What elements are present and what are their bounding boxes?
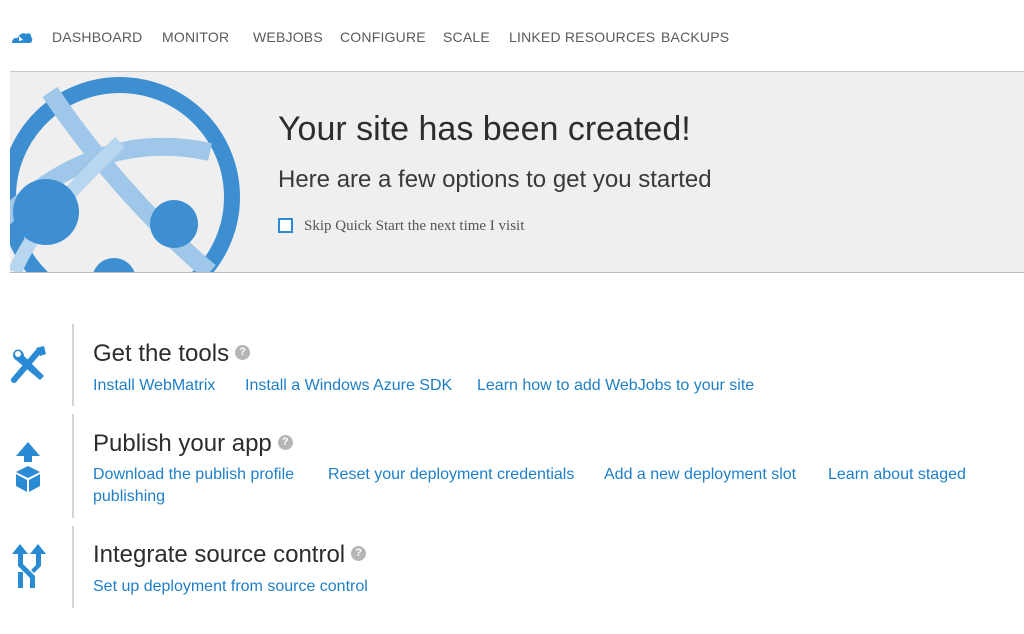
webjobs-learn-link[interactable]: Learn how to add WebJobs to your site (477, 377, 754, 395)
add-deployment-slot-link[interactable]: Add a new deployment slot (604, 466, 796, 484)
website-globe-icon (10, 77, 240, 272)
section-title-text: Get the tools (93, 340, 230, 367)
section-divider (72, 526, 74, 608)
tools-icon (11, 346, 46, 383)
section-get-tools: Get the tools? Install WebMatrix Install… (0, 324, 1024, 406)
setup-source-control-link[interactable]: Set up deployment from source control (93, 578, 368, 596)
publish-icon (16, 442, 40, 492)
skip-quick-start-checkbox[interactable] (278, 218, 293, 233)
tab-monitor[interactable]: MONITOR (162, 29, 229, 45)
section-publish-app: Publish your app? Download the publish p… (0, 414, 1024, 518)
cloud-icon[interactable] (10, 28, 34, 48)
staged-publishing-link[interactable]: Learn about staged (828, 466, 966, 484)
tab-scale[interactable]: SCALE (443, 29, 490, 45)
reset-deployment-credentials-link[interactable]: Reset your deployment credentials (328, 466, 574, 484)
page-title: Your site has been created! (278, 110, 691, 148)
section-title-text: Publish your app (93, 430, 272, 457)
section-source-control: Integrate source control? Set up deploym… (0, 526, 1024, 608)
quick-start-banner: Your site has been created! Here are a f… (10, 72, 1024, 272)
section-divider (72, 324, 74, 406)
section-title-text: Integrate source control (93, 541, 346, 568)
banner-divider (10, 272, 1024, 273)
skip-quick-start-label[interactable]: Skip Quick Start the next time I visit (304, 218, 524, 235)
staged-publishing-link-wrap[interactable]: publishing (93, 488, 165, 506)
section-divider (72, 414, 74, 518)
tab-linked-resources[interactable]: LINKED RESOURCES (509, 29, 655, 45)
install-webmatrix-link[interactable]: Install WebMatrix (93, 377, 215, 395)
page-subtitle: Here are a few options to get you starte… (278, 166, 712, 193)
help-icon[interactable]: ? (277, 435, 293, 451)
section-title: Get the tools? (93, 340, 251, 368)
source-control-icon (12, 544, 46, 588)
top-navigation: DASHBOARD MONITOR WEBJOBS CONFIGURE SCAL… (0, 0, 1024, 72)
tab-backups[interactable]: BACKUPS (661, 29, 729, 45)
download-publish-profile-link[interactable]: Download the publish profile (93, 466, 294, 484)
tab-configure[interactable]: CONFIGURE (340, 29, 426, 45)
section-title: Publish your app? (93, 430, 293, 458)
tab-dashboard[interactable]: DASHBOARD (52, 29, 142, 45)
section-title: Integrate source control? (93, 541, 367, 569)
install-azure-sdk-link[interactable]: Install a Windows Azure SDK (245, 377, 452, 395)
help-icon[interactable]: ? (351, 546, 367, 562)
help-icon[interactable]: ? (235, 345, 251, 361)
tab-webjobs[interactable]: WEBJOBS (253, 29, 323, 45)
